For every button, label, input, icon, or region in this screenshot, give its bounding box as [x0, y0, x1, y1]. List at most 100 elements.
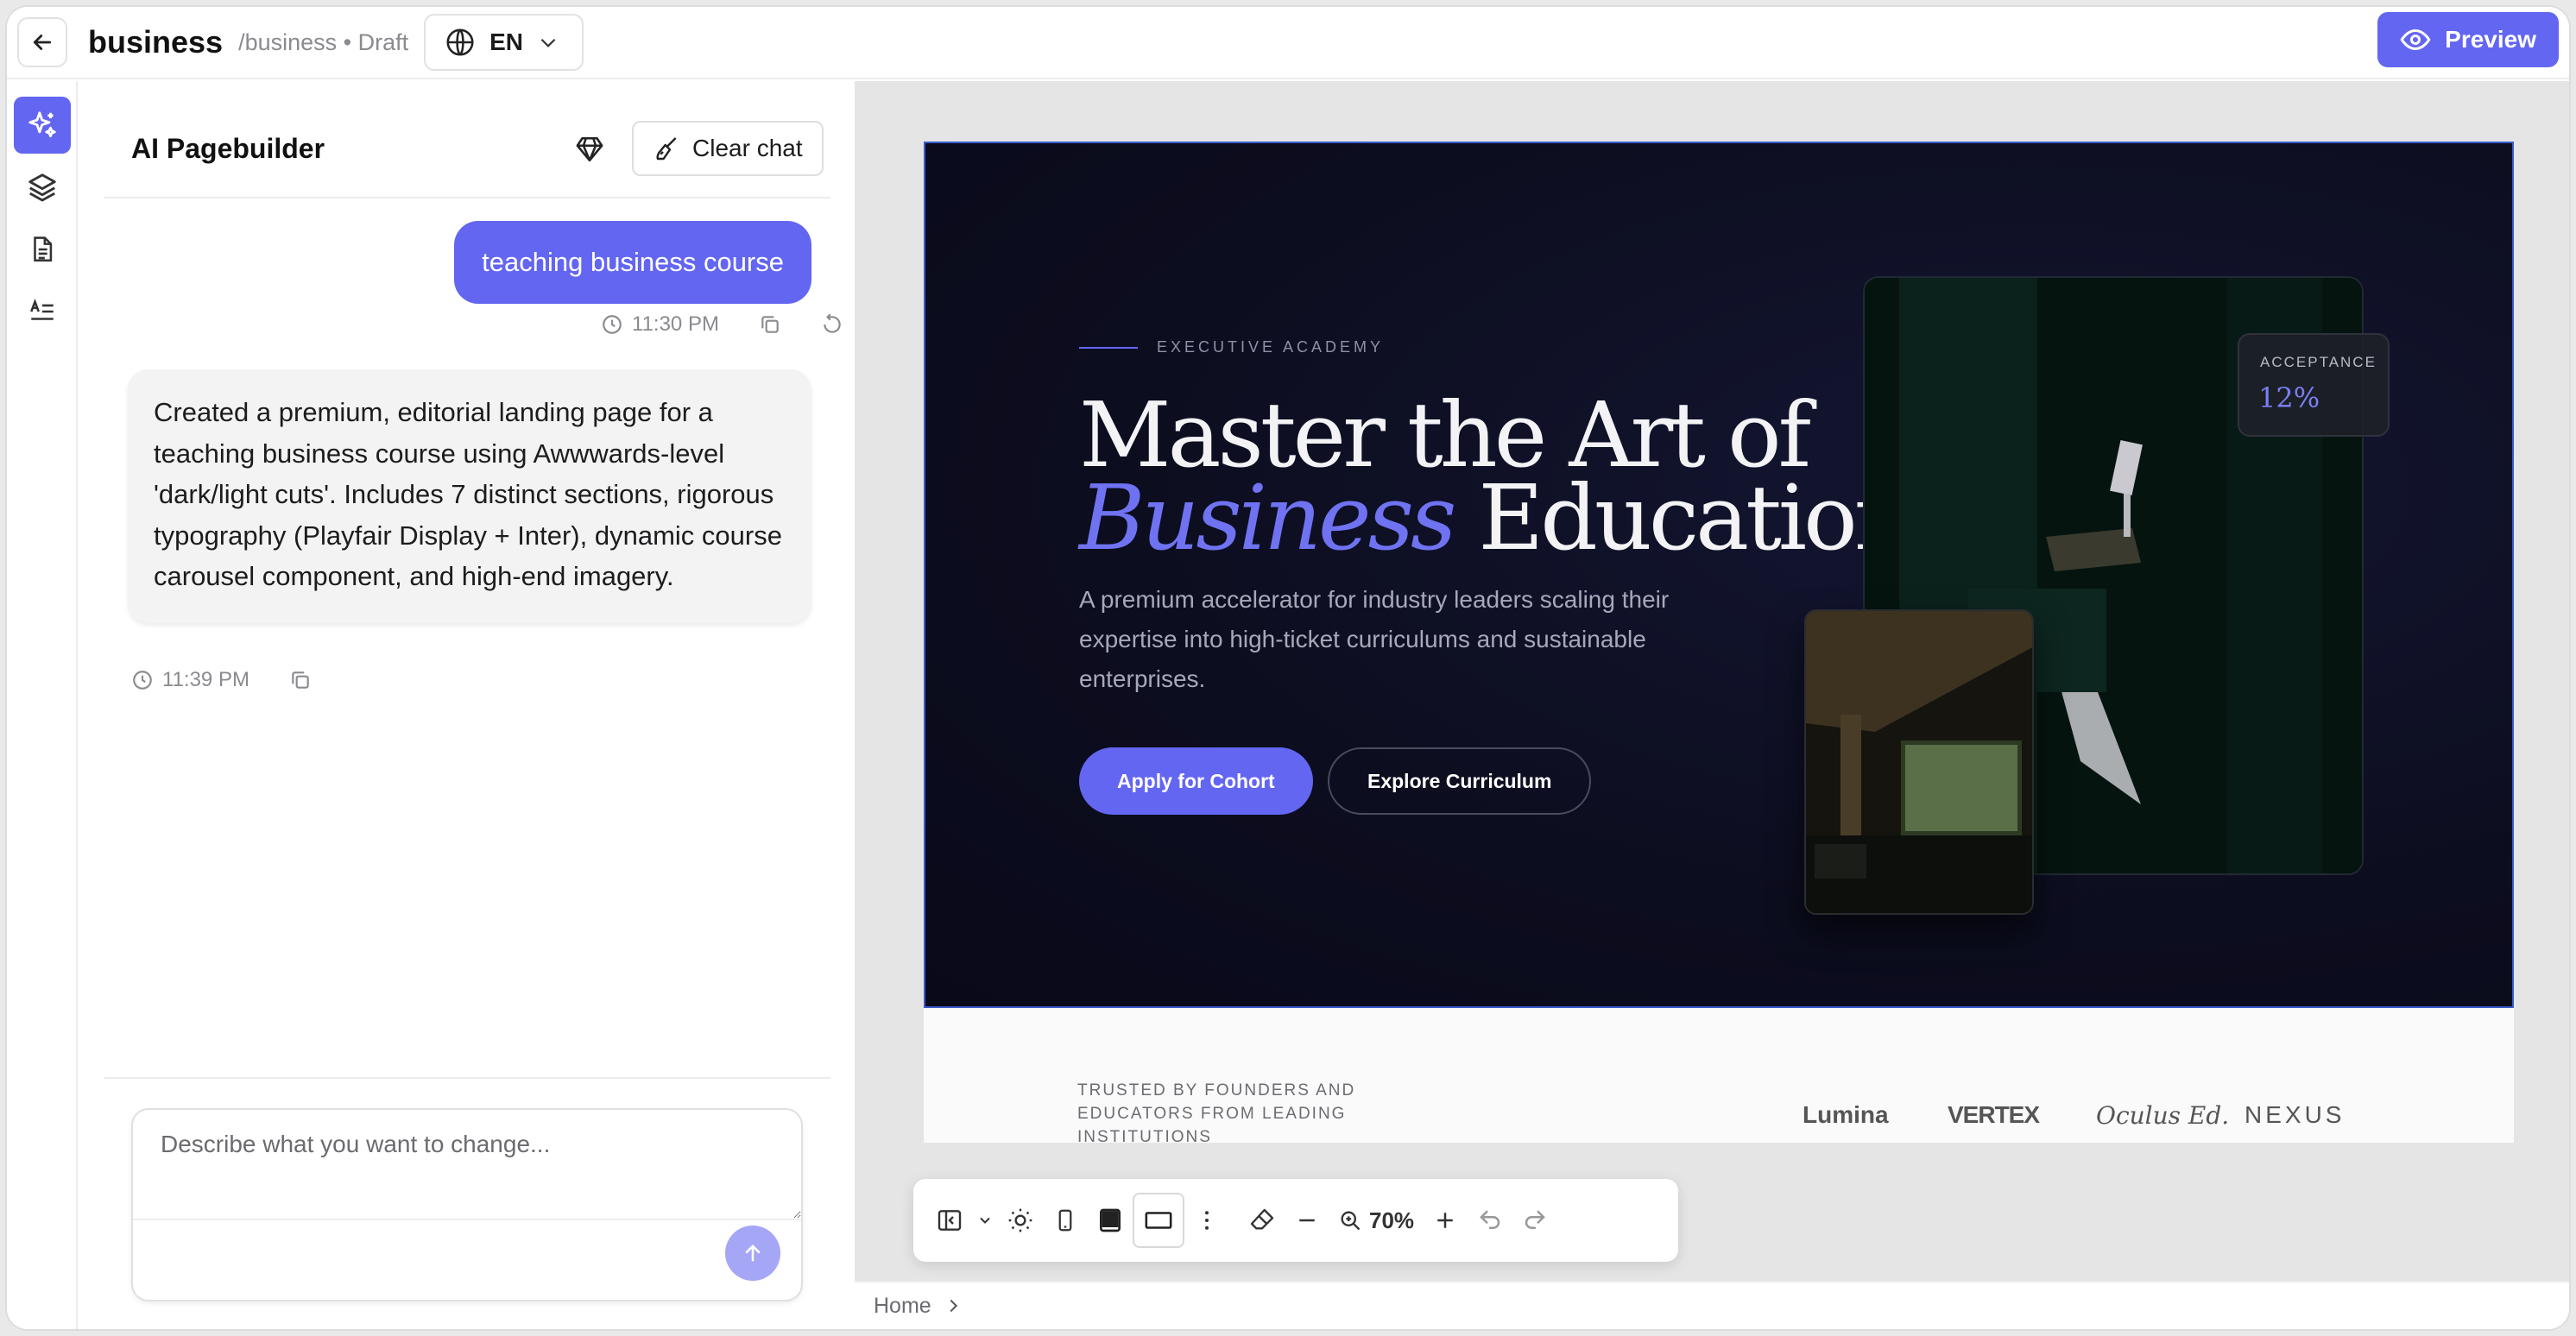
- send-button[interactable]: [725, 1226, 780, 1281]
- rail-pages-button[interactable]: [14, 221, 71, 278]
- chat-title: AI Pagebuilder: [131, 133, 325, 164]
- language-selector[interactable]: EN: [424, 14, 584, 71]
- eraser-button[interactable]: [1240, 1193, 1285, 1248]
- user-message-time: 11:30 PM: [632, 312, 719, 336]
- more-options-button[interactable]: [1184, 1193, 1229, 1248]
- sun-icon: [1008, 1208, 1032, 1232]
- ai-message: Created a premium, editorial landing pag…: [128, 369, 811, 623]
- redo-button[interactable]: [1512, 1193, 1557, 1248]
- zoom-value: 70%: [1369, 1207, 1415, 1233]
- explore-curriculum-button[interactable]: Explore Curriculum: [1328, 747, 1592, 815]
- sidebar-collapse-icon: [938, 1210, 962, 1231]
- eyebrow-text: EXECUTIVE ACADEMY: [1157, 338, 1385, 356]
- user-message-meta: 11:30 PM: [601, 312, 843, 337]
- hero-eyebrow: EXECUTIVE ACADEMY: [1079, 338, 1384, 356]
- preview-button[interactable]: Preview: [2377, 12, 2559, 67]
- zoom-level[interactable]: 70%: [1329, 1193, 1423, 1248]
- clock-icon: [133, 671, 152, 690]
- composer: [131, 1108, 803, 1301]
- undo-button[interactable]: [1468, 1193, 1512, 1248]
- site-preview[interactable]: EXECUTIVE ACADEMY Master the Art of Busi…: [924, 142, 2514, 1143]
- zoom-out-button[interactable]: [1285, 1193, 1329, 1248]
- chat-panel: AI Pagebuilder Clear chat teaching busin…: [79, 81, 853, 1329]
- diamond-icon[interactable]: [575, 135, 604, 164]
- breadcrumb: Home: [855, 1281, 2569, 1329]
- arrow-left-icon: [33, 35, 52, 50]
- trust-section[interactable]: TRUSTED BY FOUNDERS AND EDUCATORS FROM L…: [924, 1008, 2514, 1143]
- plus-icon: [1437, 1213, 1453, 1228]
- logo-lumina: Lumina: [1803, 1101, 1889, 1128]
- rail-content-button[interactable]: [14, 283, 71, 340]
- prompt-input[interactable]: [133, 1110, 801, 1220]
- logo-nexus: NEXUS: [2245, 1101, 2346, 1128]
- headline-line2: Business Education.: [1079, 473, 1937, 563]
- broom-icon: [656, 137, 677, 161]
- tablet-icon: [1100, 1208, 1121, 1232]
- hero-subtitle: A premium accelerator for industry leade…: [1079, 586, 1670, 692]
- headline-line1: Master the Art of: [1079, 382, 1811, 488]
- clock-icon: [603, 315, 622, 334]
- undo-icon: [1480, 1210, 1500, 1229]
- logo-oculus: Oculus Ed.: [2096, 1101, 2230, 1130]
- editor-canvas: EXECUTIVE ACADEMY Master the Art of Busi…: [855, 81, 2569, 1281]
- copy-icon[interactable]: [289, 669, 312, 691]
- hallway-scene-image: [1806, 611, 2032, 913]
- apply-cohort-button[interactable]: Apply for Cohort: [1079, 747, 1313, 815]
- globe-icon: [446, 28, 474, 56]
- language-label: EN: [489, 28, 523, 55]
- theme-toggle-button[interactable]: [998, 1193, 1043, 1248]
- ai-message-meta: 11:39 PM: [131, 668, 312, 692]
- desktop-view-button[interactable]: [1133, 1193, 1184, 1248]
- desktop-icon: [1145, 1212, 1172, 1229]
- breadcrumb-home[interactable]: Home: [874, 1294, 931, 1319]
- retry-icon[interactable]: [821, 313, 843, 336]
- sparkles-icon: [28, 111, 56, 138]
- ai-message-time: 11:39 PM: [162, 668, 249, 691]
- document-icon: [34, 236, 53, 262]
- clear-chat-button[interactable]: Clear chat: [632, 121, 824, 176]
- panel-options-dropdown[interactable]: [972, 1193, 998, 1248]
- mobile-view-button[interactable]: [1043, 1193, 1088, 1248]
- trust-text: TRUSTED BY FOUNDERS AND EDUCATORS FROM L…: [1077, 1081, 1356, 1143]
- page-title: business: [88, 24, 224, 60]
- hero-section[interactable]: EXECUTIVE ACADEMY Master the Art of Busi…: [924, 142, 2514, 1008]
- app-window: business /business • Draft EN Preview AI…: [7, 7, 2569, 1329]
- more-vertical-icon: [1205, 1211, 1209, 1230]
- preview-label: Preview: [2445, 26, 2536, 53]
- redo-icon: [1525, 1210, 1545, 1229]
- layers-icon: [28, 173, 56, 202]
- chevron-down-icon: [980, 1217, 990, 1224]
- eye-icon: [2400, 28, 2431, 51]
- back-button[interactable]: [17, 17, 67, 67]
- minus-icon: [1299, 1219, 1315, 1222]
- clear-chat-label: Clear chat: [692, 135, 803, 161]
- eyebrow-line: [1079, 346, 1138, 349]
- toggle-panel-button[interactable]: [927, 1193, 972, 1248]
- zoom-icon: [1341, 1211, 1361, 1231]
- chevron-down-icon: [540, 38, 556, 47]
- acceptance-stat-card: ACCEPTANCE 12%: [2238, 333, 2390, 437]
- zoom-in-button[interactable]: [1423, 1193, 1468, 1248]
- composer-divider: [104, 1077, 830, 1079]
- mobile-icon: [1058, 1209, 1072, 1232]
- hero-photo-secondary: [1804, 609, 2034, 915]
- text-list-icon: [30, 299, 54, 320]
- user-message: teaching business course: [454, 221, 811, 304]
- left-rail: [7, 81, 78, 1329]
- copy-icon[interactable]: [759, 313, 781, 336]
- headline-rest: Education.: [1453, 465, 1936, 570]
- stat-value: 12%: [2258, 381, 2320, 414]
- page-path: /business • Draft: [238, 28, 409, 55]
- stat-label: ACCEPTANCE: [2260, 354, 2377, 370]
- hero-headline: Master the Art of Business Education.: [1079, 382, 1937, 563]
- logo-vertex: VERTEX: [1948, 1101, 2040, 1128]
- headline-accent: Business: [1079, 465, 1456, 570]
- arrow-up-icon: [745, 1245, 761, 1262]
- canvas-toolbar: 70%: [913, 1179, 1678, 1262]
- rail-ai-button[interactable]: [14, 97, 71, 154]
- tablet-view-button[interactable]: [1088, 1193, 1133, 1248]
- top-bar: business /business • Draft EN Preview: [7, 7, 2569, 79]
- chat-header: AI Pagebuilder Clear chat: [104, 81, 830, 199]
- rail-layers-button[interactable]: [14, 159, 71, 216]
- chevron-right-icon: [950, 1299, 957, 1313]
